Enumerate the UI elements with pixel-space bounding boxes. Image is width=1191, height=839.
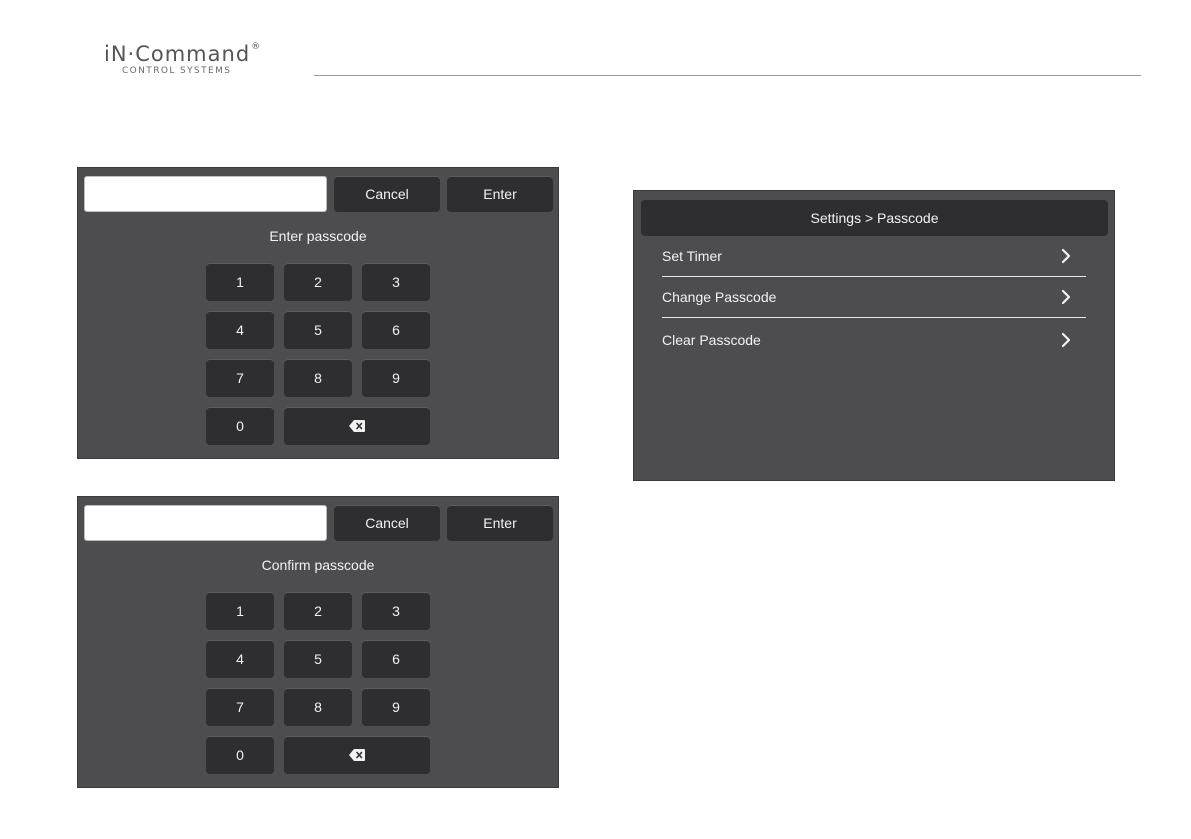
keypad-panel-confirm: Cancel Enter Confirm passcode 1 2 3 4 5 … xyxy=(77,496,559,788)
brand-tagline: CONTROL SYSTEMS xyxy=(122,66,232,76)
key-8[interactable]: 8 xyxy=(284,688,352,726)
key-3[interactable]: 3 xyxy=(362,263,430,301)
chevron-right-icon xyxy=(1061,332,1071,347)
enter-button[interactable]: Enter xyxy=(447,505,553,541)
backspace-button[interactable] xyxy=(284,407,430,445)
enter-button[interactable]: Enter xyxy=(447,176,553,212)
backspace-icon xyxy=(349,749,365,761)
key-0[interactable]: 0 xyxy=(206,736,274,774)
key-2[interactable]: 2 xyxy=(284,592,352,630)
key-4[interactable]: 4 xyxy=(206,640,274,678)
key-5[interactable]: 5 xyxy=(284,640,352,678)
key-2[interactable]: 2 xyxy=(284,263,352,301)
brand-logo: iN·Command® CONTROL SYSTEMS xyxy=(104,42,304,82)
keypad-panel-enter: Cancel Enter Enter passcode 1 2 3 4 5 6 … xyxy=(77,167,559,459)
key-1[interactable]: 1 xyxy=(206,263,274,301)
menu-item-label: Set Timer xyxy=(662,248,722,264)
menu-item-label: Change Passcode xyxy=(662,289,777,305)
menu-item-change-passcode[interactable]: Change Passcode xyxy=(662,277,1086,318)
menu-item-label: Clear Passcode xyxy=(662,331,761,348)
key-9[interactable]: 9 xyxy=(362,688,430,726)
registered-mark: ® xyxy=(251,42,262,52)
menu-item-set-timer[interactable]: Set Timer xyxy=(662,236,1086,277)
key-1[interactable]: 1 xyxy=(206,592,274,630)
key-6[interactable]: 6 xyxy=(362,640,430,678)
key-5[interactable]: 5 xyxy=(284,311,352,349)
cancel-button[interactable]: Cancel xyxy=(334,176,440,212)
confirm-passcode-input[interactable] xyxy=(84,505,327,541)
chevron-right-icon xyxy=(1061,248,1071,264)
cancel-button[interactable]: Cancel xyxy=(334,505,440,541)
key-0[interactable]: 0 xyxy=(206,407,274,445)
key-9[interactable]: 9 xyxy=(362,359,430,397)
keypad-prompt: Enter passcode xyxy=(269,228,367,244)
key-4[interactable]: 4 xyxy=(206,311,274,349)
key-7[interactable]: 7 xyxy=(206,359,274,397)
key-7[interactable]: 7 xyxy=(206,688,274,726)
header-divider xyxy=(314,75,1141,76)
backspace-icon xyxy=(349,420,365,432)
keypad-prompt: Confirm passcode xyxy=(261,557,375,573)
passcode-input[interactable] xyxy=(84,176,327,212)
settings-passcode-panel: Settings > Passcode Set Timer Change Pas… xyxy=(633,190,1115,481)
key-6[interactable]: 6 xyxy=(362,311,430,349)
menu-title: Settings > Passcode xyxy=(641,200,1108,236)
backspace-button[interactable] xyxy=(284,736,430,774)
key-3[interactable]: 3 xyxy=(362,592,430,630)
menu-item-clear-passcode[interactable]: Clear Passcode xyxy=(662,319,1086,360)
chevron-right-icon xyxy=(1061,289,1071,305)
brand-name: iN·Command® xyxy=(104,42,262,66)
key-8[interactable]: 8 xyxy=(284,359,352,397)
